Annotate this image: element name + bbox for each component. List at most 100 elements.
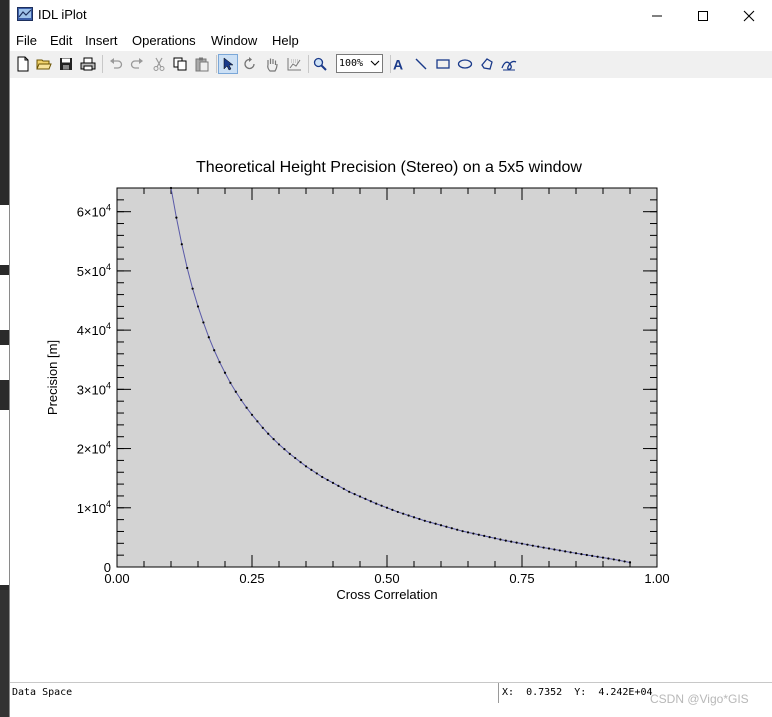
data-point — [234, 390, 237, 393]
plot-canvas[interactable]: Theoretical Height Precision (Stereo) on… — [10, 78, 772, 676]
data-point — [515, 541, 518, 544]
data-point — [294, 456, 297, 460]
line-tool-button[interactable] — [411, 54, 431, 74]
data-point — [477, 533, 480, 536]
data-point — [385, 506, 389, 509]
y-axis-label: Precision [m] — [45, 340, 60, 415]
watermark: CSDN @Vigo*GIS — [650, 692, 749, 706]
select-tool-button[interactable] — [218, 54, 238, 74]
data-point — [607, 557, 610, 560]
data-point — [553, 548, 556, 551]
zoom-value: 100% — [339, 58, 364, 69]
copy-button[interactable] — [170, 54, 190, 74]
save-button[interactable] — [56, 54, 76, 74]
data-point — [558, 549, 561, 552]
pan-tool-button[interactable] — [262, 54, 282, 74]
polygon-tool-icon — [481, 58, 493, 70]
text-tool-button[interactable]: A — [389, 54, 409, 74]
menu-operations[interactable]: Operations — [132, 33, 196, 48]
data-point — [569, 551, 572, 554]
svg-text:A: A — [393, 57, 403, 71]
data-point — [434, 522, 437, 525]
data-point — [261, 426, 264, 429]
close-button[interactable] — [726, 0, 772, 31]
plot-chart[interactable]: Theoretical Height Precision (Stereo) on… — [10, 78, 772, 676]
data-point — [531, 544, 534, 547]
new-file-icon — [17, 56, 29, 72]
desktop-background — [0, 0, 9, 717]
data-point — [277, 443, 281, 446]
status-coordinates: X: 0.7352 Y: 4.242E+04 — [498, 683, 653, 703]
data-range-icon — [287, 58, 301, 71]
undo-icon — [110, 58, 123, 69]
data-point — [628, 561, 632, 564]
data-point — [245, 406, 248, 409]
open-button[interactable] — [34, 54, 54, 74]
window-title: IDL iPlot — [38, 7, 87, 22]
menu-file[interactable]: File — [16, 33, 37, 48]
rotate-tool-button[interactable] — [240, 54, 260, 74]
data-point — [375, 502, 378, 505]
data-point — [202, 321, 205, 324]
undo-button[interactable] — [106, 54, 126, 74]
x-tick-label: 1.00 — [644, 571, 669, 586]
data-range-button[interactable] — [284, 54, 304, 74]
data-point — [288, 452, 291, 455]
idl-app-icon — [17, 7, 33, 21]
data-point — [218, 361, 221, 364]
data-point — [240, 398, 243, 402]
text-tool-icon: A — [393, 57, 403, 71]
rectangle-tool-button[interactable] — [433, 54, 453, 74]
data-point — [391, 508, 394, 511]
oval-tool-button[interactable] — [455, 54, 475, 74]
cut-button[interactable] — [149, 54, 169, 74]
data-point — [461, 530, 464, 533]
data-point — [456, 528, 459, 531]
pan-hand-icon — [267, 58, 278, 72]
minimize-icon — [652, 15, 662, 16]
data-point — [510, 540, 513, 543]
data-point — [380, 504, 383, 507]
redo-button[interactable] — [127, 54, 147, 74]
data-point — [369, 500, 372, 503]
data-point — [488, 535, 491, 539]
print-button[interactable] — [78, 54, 98, 74]
data-point — [407, 514, 410, 517]
plot-area — [116, 187, 658, 568]
zoom-tool-button[interactable] — [310, 54, 330, 74]
x-tick-label: 0.25 — [239, 571, 264, 586]
data-point — [445, 525, 448, 528]
title-bar[interactable]: IDL iPlot — [10, 0, 772, 31]
data-point — [223, 371, 227, 374]
print-icon — [80, 57, 96, 71]
rotate-icon — [244, 57, 255, 70]
data-point — [537, 545, 540, 548]
polygon-tool-button[interactable] — [477, 54, 497, 74]
menu-help[interactable]: Help — [272, 33, 299, 48]
copy-icon — [173, 57, 187, 71]
rectangle-tool-icon — [436, 59, 450, 69]
data-point — [191, 287, 194, 290]
maximize-button[interactable] — [680, 0, 726, 31]
data-point — [229, 381, 232, 384]
paste-button[interactable] — [192, 54, 212, 74]
menu-window[interactable]: Window — [211, 33, 257, 48]
minimize-button[interactable] — [634, 0, 680, 31]
data-point — [337, 484, 340, 487]
data-point — [358, 495, 362, 498]
menu-edit[interactable]: Edit — [50, 33, 72, 48]
freehand-tool-button[interactable] — [499, 54, 519, 74]
data-point — [326, 478, 329, 482]
data-point — [299, 461, 302, 464]
line-tool-icon — [415, 58, 427, 70]
data-point — [402, 512, 405, 515]
menu-insert[interactable]: Insert — [85, 33, 118, 48]
data-point — [256, 420, 259, 423]
new-file-button[interactable] — [13, 54, 33, 74]
data-point — [180, 243, 183, 246]
data-point — [213, 349, 216, 352]
data-point — [429, 521, 432, 524]
zoom-select[interactable]: 100% — [336, 54, 383, 73]
save-icon — [60, 58, 72, 70]
x-tick-label: 0.50 — [374, 571, 399, 586]
